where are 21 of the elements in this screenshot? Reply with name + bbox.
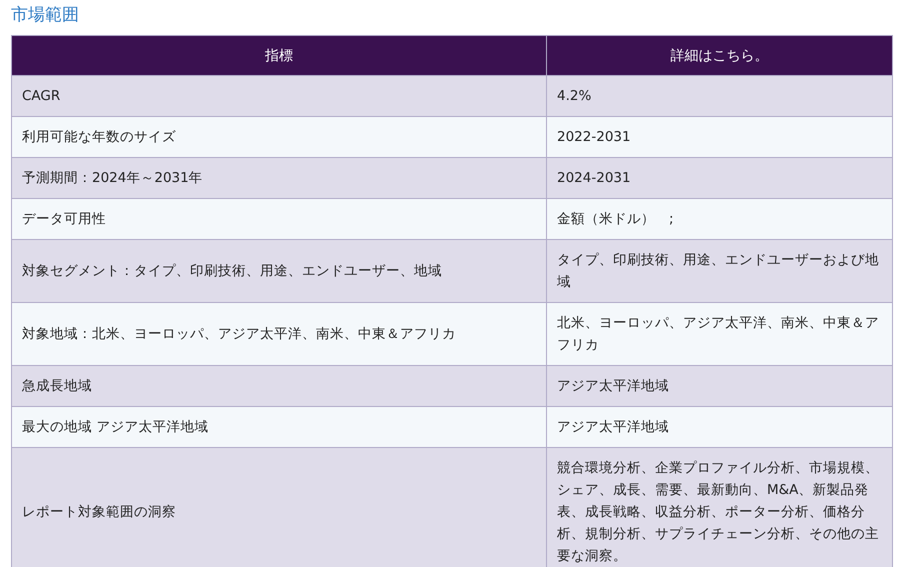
table-cell: 対象セグメント：タイプ、印刷技術、用途、エンドユーザー、地域 — [12, 240, 546, 302]
table-cell: 北米、ヨーロッパ、アジア太平洋、南米、中東＆アフリカ — [546, 302, 892, 366]
table-cell: 予測期間：2024年～2031年 — [12, 158, 546, 198]
table-cell: データ可用性 — [12, 198, 546, 240]
table-cell: 対象地域：北米、ヨーロッパ、アジア太平洋、南米、中東＆アフリカ — [12, 302, 546, 366]
table-cell: 金額（米ドル） ; — [546, 198, 892, 240]
table-cell: 急成長地域 — [12, 366, 546, 406]
column-header: 指標 — [12, 36, 546, 76]
table-cell: CAGR — [12, 76, 546, 116]
column-header: 詳細はこちら。 — [546, 36, 892, 76]
table-cell: 最大の地域 アジア太平洋地域 — [12, 406, 546, 448]
table-cell: 利用可能な年数のサイズ — [12, 116, 546, 158]
section-title: 市場範囲 — [11, 4, 80, 27]
table-cell: 2024-2031 — [546, 158, 892, 198]
table-cell: アジア太平洋地域 — [546, 406, 892, 448]
table-cell: タイプ、印刷技術、用途、エンドユーザーおよび地域 — [546, 240, 892, 302]
table-cell: 競合環境分析、企業プロファイル分析、市場規模、シェア、成長、需要、最新動向、M&A、新製品発表、成長戦略、収益分析、ポーター分析、価格分析、規制分析、サプライチェーン分析、その他の主要な洞察。 — [546, 448, 892, 567]
table-cell: アジア太平洋地域 — [546, 366, 892, 406]
table-cell: 2022-2031 — [546, 116, 892, 158]
table-cell: レポート対象範囲の洞察 — [12, 448, 546, 567]
table-cell: 4.2% — [546, 76, 892, 116]
